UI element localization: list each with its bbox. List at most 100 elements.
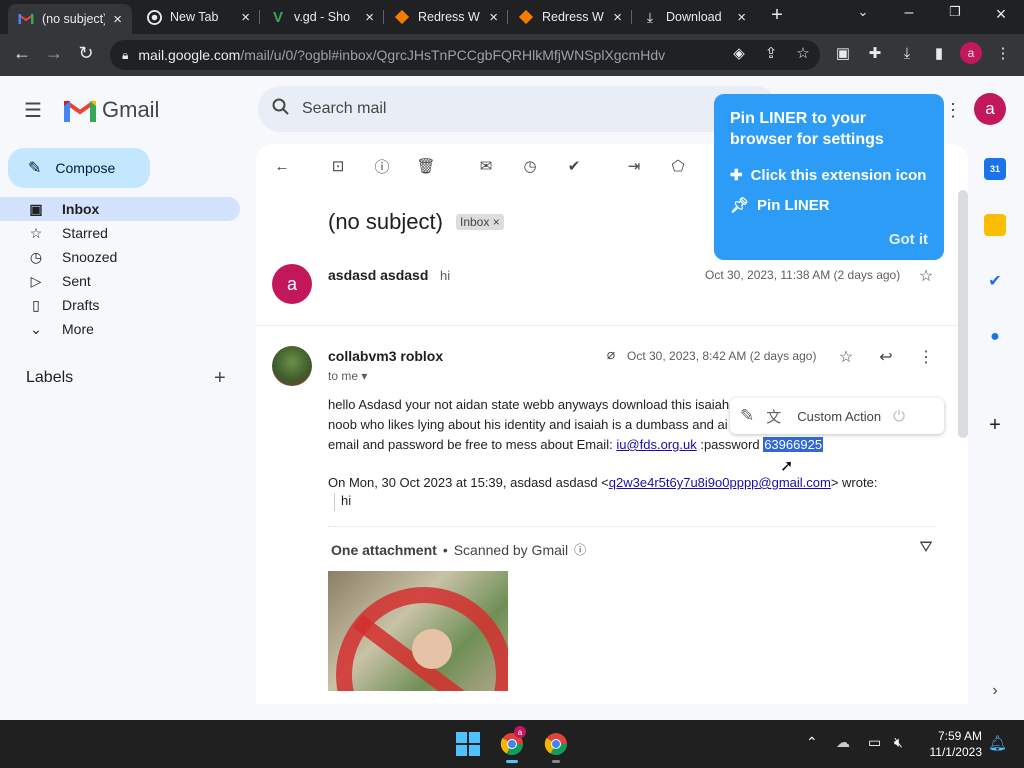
reply-icon[interactable]: ↩: [876, 347, 896, 367]
tab-download[interactable]: ⤓ Download ×: [632, 4, 756, 30]
clock[interactable]: 7:59 AM 11/1/2023: [922, 728, 983, 760]
expand-panel-icon[interactable]: ›: [984, 680, 1006, 702]
add-addon-button[interactable]: +: [984, 414, 1006, 436]
add-task-icon[interactable]: ✔: [564, 156, 584, 176]
address-bar[interactable]: 🔒︎ mail.google.com/mail/u/0/?ogbl#inbox/…: [110, 40, 820, 70]
main-menu-icon[interactable]: ☰: [24, 98, 42, 123]
quote-header: On Mon, 30 Oct 2023 at 15:39, asdasd asd…: [328, 475, 878, 490]
highlighter-icon[interactable]: ✎: [740, 406, 754, 426]
tab-new-tab[interactable]: New Tab ×: [136, 4, 260, 30]
quote-email-link[interactable]: q2w3e4r5t6y7u8i9o0pppp@gmail.com: [609, 475, 831, 490]
restore-button[interactable]: ❐: [940, 4, 970, 20]
sender-name[interactable]: asdasd asdasd: [328, 267, 428, 283]
contacts-icon[interactable]: ●: [984, 326, 1006, 348]
tab-redress-1[interactable]: Redress W ×: [384, 4, 508, 30]
vgd-icon: V: [272, 8, 283, 26]
extension-icon[interactable]: ▣: [832, 42, 854, 64]
sidebar-item-inbox[interactable]: ▣ Inbox: [0, 197, 240, 221]
sender-name[interactable]: collabvm3 roblox: [328, 348, 443, 364]
sidebar-item-sent[interactable]: ▷ Sent: [0, 269, 240, 293]
chrome-profile-taskbar-icon[interactable]: a: [500, 726, 526, 763]
profile-avatar[interactable]: a: [960, 42, 982, 64]
close-tab-icon[interactable]: ×: [241, 9, 250, 26]
translate-icon[interactable]: 文: [766, 406, 781, 427]
close-tab-icon[interactable]: ×: [365, 9, 374, 26]
sidebar-item-label: Starred: [62, 225, 108, 241]
puzzle-icon[interactable]: ✚: [864, 42, 886, 64]
search-input[interactable]: Search mail: [302, 100, 386, 118]
pencil-icon: ✎: [28, 160, 42, 177]
scrollbar[interactable]: [958, 190, 968, 438]
minimize-button[interactable]: –: [894, 4, 924, 22]
search-bar[interactable]: Search mail: [258, 86, 778, 132]
star-icon[interactable]: ☆: [916, 266, 936, 286]
windows-start-icon[interactable]: [456, 732, 480, 756]
sidebar-item-snoozed[interactable]: ◷ Snoozed: [0, 245, 240, 269]
liner-step-pin: 📌︎ Pin LINER: [730, 196, 830, 215]
report-spam-icon[interactable]: ⓘ: [372, 156, 392, 176]
more-options-icon[interactable]: ⋮: [916, 347, 936, 367]
account-avatar[interactable]: a: [974, 93, 1006, 125]
onedrive-icon[interactable]: ☁: [836, 734, 850, 751]
recipient-toggle[interactable]: to me ▾: [328, 369, 367, 383]
share-icon[interactable]: ⇪: [760, 42, 782, 64]
back-icon[interactable]: ←: [10, 43, 34, 64]
move-to-icon[interactable]: ⇥: [624, 156, 644, 176]
volume-muted-icon[interactable]: 🔇︎: [894, 734, 903, 751]
add-to-drive-icon[interactable]: ⛛: [916, 539, 936, 557]
tab-title: Redress W: [418, 10, 480, 24]
inbox-label-chip[interactable]: Inbox ×: [456, 214, 504, 230]
email-link[interactable]: iu@fds.org.uk: [616, 437, 696, 452]
close-tab-icon[interactable]: ×: [113, 11, 122, 28]
sidebar-item-more[interactable]: ⌄ More: [0, 317, 240, 341]
sidebar-item-starred[interactable]: ☆ Starred: [0, 221, 240, 245]
close-tab-icon[interactable]: ×: [613, 9, 622, 26]
avatar[interactable]: [272, 346, 312, 386]
notification-bell-icon[interactable]: 🔔︎: [988, 734, 1007, 752]
gmail-logo[interactable]: Gmail: [64, 97, 159, 123]
compose-button[interactable]: ✎ Compose: [8, 148, 150, 188]
add-label-button[interactable]: +: [214, 367, 226, 390]
custom-action-button[interactable]: Custom Action: [793, 409, 881, 424]
new-tab-button[interactable]: +: [762, 4, 792, 27]
archive-icon[interactable]: ⊡: [328, 156, 348, 176]
lock-icon: 🔒︎: [122, 47, 129, 62]
selected-password-text[interactable]: 63966925: [763, 437, 824, 452]
close-tab-icon[interactable]: ×: [489, 9, 498, 26]
tab-gmail[interactable]: (no subject) ×: [8, 4, 132, 34]
back-to-inbox-icon[interactable]: ←: [272, 156, 292, 176]
keep-icon[interactable]: [984, 214, 1006, 236]
info-icon[interactable]: ⓘ: [574, 541, 586, 558]
avatar[interactable]: a: [272, 264, 312, 304]
close-tab-icon[interactable]: ×: [737, 9, 746, 26]
got-it-button[interactable]: Got it: [889, 231, 928, 248]
bookmark-star-icon[interactable]: ☆: [792, 42, 814, 64]
chrome-icon: [146, 9, 162, 25]
attachment-thumbnail[interactable]: [328, 571, 508, 691]
tab-redress-2[interactable]: Redress W ×: [508, 4, 632, 30]
sidebar-item-drafts[interactable]: ▯ Drafts: [0, 293, 240, 317]
tasks-icon[interactable]: ✔: [984, 270, 1006, 292]
lens-icon[interactable]: ◈: [728, 42, 750, 64]
downloads-icon[interactable]: ⤓: [896, 42, 918, 64]
mark-unread-icon[interactable]: ✉: [476, 156, 496, 176]
forward-icon[interactable]: →: [42, 43, 66, 64]
tab-search-icon[interactable]: ⌄: [848, 4, 878, 20]
draft-icon: ▯: [32, 296, 40, 313]
network-icon[interactable]: ▭: [868, 734, 881, 751]
label-icon[interactable]: ⬠: [668, 156, 688, 176]
tab-vgd[interactable]: V v.gd - Sho ×: [260, 4, 384, 30]
compose-label: Compose: [55, 160, 116, 176]
delete-icon[interactable]: 🗑︎: [416, 156, 436, 176]
reload-icon[interactable]: ↻: [74, 43, 98, 64]
chrome-taskbar-icon[interactable]: [544, 732, 568, 763]
chevron-up-icon[interactable]: ⌃: [806, 734, 818, 751]
power-icon[interactable]: ⏻: [893, 408, 905, 425]
snooze-icon[interactable]: ◷: [520, 156, 540, 176]
calendar-icon[interactable]: 31: [984, 158, 1006, 180]
close-window-button[interactable]: ×: [986, 4, 1016, 25]
side-panel-icon[interactable]: ▮: [928, 42, 950, 64]
star-icon[interactable]: ☆: [836, 347, 856, 367]
menu-kebab-icon[interactable]: ⋮: [992, 42, 1014, 64]
apps-kebab-icon[interactable]: ⋮: [944, 100, 962, 121]
